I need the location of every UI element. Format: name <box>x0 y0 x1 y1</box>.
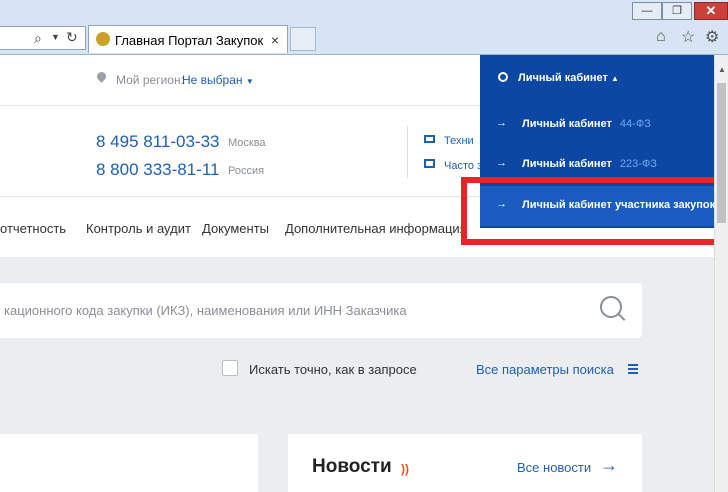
dropdown-item-44fz[interactable]: → Личный кабинет 44-ФЗ <box>480 105 714 145</box>
scroll-up-icon[interactable]: ▲ <box>718 65 726 74</box>
region-value: Не выбран <box>182 73 243 87</box>
phone-moscow[interactable]: 8 495 811-03-33 <box>96 132 220 152</box>
close-window-button[interactable]: ✕ <box>694 2 728 20</box>
cabinet-toggle-label: Личный кабинет <box>518 72 608 84</box>
search-icon[interactable]: ⌕ <box>34 30 42 47</box>
search-icon-handle <box>617 313 626 321</box>
support-link[interactable]: Техни <box>444 135 474 147</box>
faq-link[interactable]: Часто з <box>444 160 482 172</box>
search-input[interactable]: кационного кода закупки (ИКЗ), наименова… <box>4 303 407 318</box>
nav-item-control-audit[interactable]: Контроль и аудит <box>86 221 191 236</box>
all-news-link[interactable]: Все новости <box>517 460 591 475</box>
news-card: Новости )) Все новости → <box>288 434 642 492</box>
contacts-divider <box>407 126 408 178</box>
nav-item-additional-info[interactable]: Дополнительная информация <box>285 221 467 236</box>
rss-icon[interactable]: )) <box>401 462 409 476</box>
exact-search-checkbox[interactable] <box>222 360 238 376</box>
arrow-right-icon: → <box>496 157 507 169</box>
region-selector[interactable]: Не выбран ▼ <box>182 73 254 87</box>
city-russia: Россия <box>228 165 265 177</box>
highlight-box <box>461 177 723 245</box>
arrow-right-icon[interactable]: → <box>600 455 618 476</box>
chat-icon <box>424 159 435 168</box>
left-card <box>0 434 258 492</box>
chevron-up-icon: ▲ <box>610 74 619 83</box>
arrow-right-icon: → <box>496 117 507 129</box>
tab-close-icon[interactable]: × <box>271 32 279 48</box>
new-tab-button[interactable] <box>290 27 316 51</box>
minimize-button[interactable]: — <box>632 2 662 20</box>
filter-lines-icon[interactable] <box>628 364 638 366</box>
cabinet-dropdown-toggle[interactable]: Личный кабинет ▲ <box>518 72 619 84</box>
phone-russia[interactable]: 8 800 333-81-11 <box>96 160 220 180</box>
city-moscow: Москва <box>228 137 266 149</box>
mail-icon <box>424 135 435 143</box>
home-icon[interactable]: ⌂ <box>656 28 666 46</box>
refresh-icon[interactable]: ↻ <box>66 29 78 46</box>
scroll-thumb[interactable] <box>717 83 726 223</box>
gear-icon[interactable]: ⚙ <box>705 27 719 47</box>
dropdown-icon[interactable]: ▼ <box>51 32 60 42</box>
site-favicon-icon <box>96 32 110 46</box>
user-cabinet-icon <box>498 72 508 82</box>
chevron-down-icon: ▼ <box>245 77 254 86</box>
region-label: Мой регион: <box>116 73 184 87</box>
location-pin-icon <box>95 70 108 83</box>
star-icon[interactable]: ☆ <box>681 27 695 47</box>
browser-tab[interactable]: Главная Портал Закупок × <box>88 25 288 53</box>
dropdown-item-law: 44-ФЗ <box>619 118 651 130</box>
dropdown-item-label: Личный кабинет <box>522 118 612 130</box>
exact-search-label: Искать точно, как в запросе <box>249 362 417 377</box>
news-title: Новости <box>312 456 392 477</box>
nav-item-reporting[interactable]: отчетность <box>0 221 66 236</box>
search-box[interactable]: кационного кода закупки (ИКЗ), наименова… <box>0 283 642 338</box>
dropdown-item-law: 223-ФЗ <box>619 158 657 170</box>
scrollbar[interactable]: ▲ <box>714 55 728 492</box>
dropdown-item-label: Личный кабинет <box>522 158 612 170</box>
restore-button[interactable]: ❐ <box>662 2 692 20</box>
tab-title: Главная Портал Закупок <box>115 33 264 48</box>
address-bar[interactable]: ⌕ ▼ ↻ <box>0 26 86 50</box>
all-search-params-link[interactable]: Все параметры поиска <box>476 362 614 377</box>
nav-item-documents[interactable]: Документы <box>202 221 269 236</box>
